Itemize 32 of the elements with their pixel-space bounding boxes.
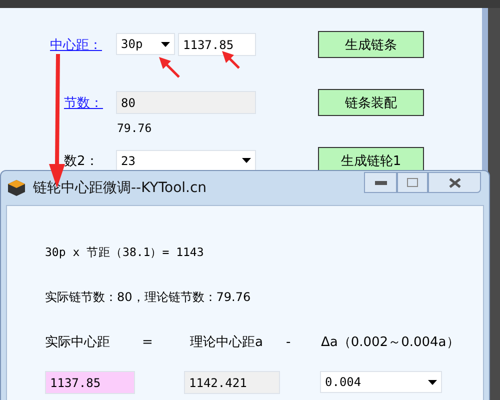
app-cube-icon	[8, 180, 25, 196]
pitch-dropdown[interactable]: 30p	[116, 33, 175, 55]
theoretical-distance-field: 1142.421	[184, 371, 280, 394]
actual-distance-field[interactable]: 1137.85	[45, 371, 135, 394]
column-heading: 理论中心距a	[190, 334, 264, 351]
formula-text: 30p x 节距（38.1）= 1143	[45, 245, 205, 259]
delta-dropdown[interactable]: 0.004	[320, 371, 442, 393]
generate-chain-button[interactable]: 生成链条	[318, 31, 424, 58]
close-button[interactable]	[428, 172, 481, 193]
column-heading: =	[142, 334, 154, 350]
caret-icon	[242, 158, 251, 163]
maximize-button[interactable]	[397, 172, 428, 193]
center-distance-field[interactable]: 1137.85	[178, 33, 256, 56]
chain-links-link[interactable]: 节数：	[50, 94, 116, 112]
assemble-chain-button[interactable]: 链条装配	[318, 89, 424, 116]
column-heading: 实际中心距	[45, 334, 111, 351]
close-icon	[448, 178, 460, 188]
teeth-label: 数2：	[63, 152, 100, 170]
minimize-icon	[374, 180, 386, 184]
caret-icon	[161, 42, 170, 46]
teeth-dropdown[interactable]: 23	[116, 150, 256, 172]
column-heading: Δa（0.002～0.004a）	[321, 334, 460, 351]
column-heading: -	[286, 334, 292, 350]
caret-icon	[428, 380, 437, 384]
maximize-icon	[407, 178, 418, 187]
arrow-drawing	[159, 57, 180, 78]
chain-links-field: 80	[116, 91, 256, 114]
links-info-text: 实际链节数：80，理论链节数：79.76	[45, 289, 252, 303]
minimize-button[interactable]	[364, 172, 397, 193]
center-distance-link[interactable]: 中心距：	[50, 36, 116, 54]
theoretical-links-text: 79.76	[116, 121, 153, 135]
arrow-drawing	[222, 51, 240, 69]
